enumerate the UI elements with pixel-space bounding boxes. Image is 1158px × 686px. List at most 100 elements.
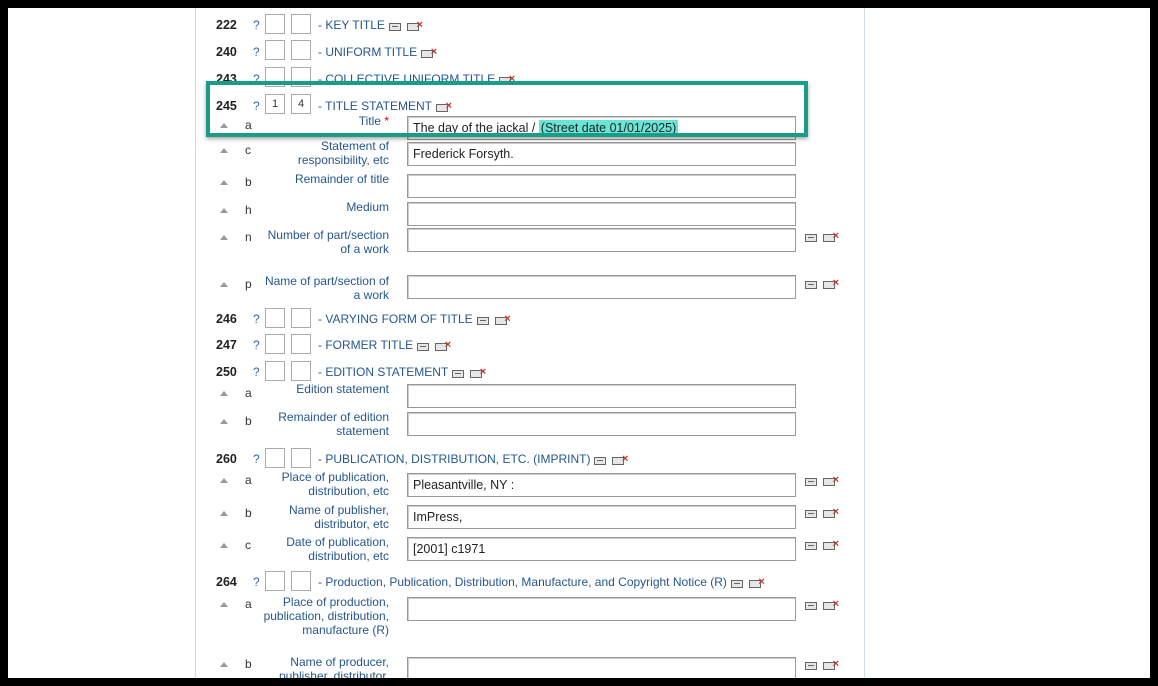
repeat-subfield-icon[interactable] — [805, 509, 817, 518]
delete-subfield-icon[interactable] — [823, 507, 839, 518]
indicator-1[interactable]: 1 — [265, 94, 285, 114]
field-title[interactable]: - VARYING FORM OF TITLE — [318, 312, 473, 326]
delete-field-icon[interactable] — [748, 577, 765, 588]
help-link[interactable]: ? — [253, 365, 260, 379]
indicator-2[interactable] — [291, 571, 311, 591]
publication-date-input[interactable]: [2001] c1971 — [407, 537, 796, 561]
indicator-1[interactable] — [265, 67, 285, 87]
field-title[interactable]: - COLLECTIVE UNIFORM TITLE — [318, 72, 495, 86]
subfield-label: Name of producer, publisher, distributor… — [278, 655, 389, 678]
delete-field-icon[interactable] — [470, 367, 486, 378]
move-up-icon[interactable] — [220, 543, 228, 548]
indicator-1[interactable] — [265, 308, 285, 328]
indicator-1[interactable] — [265, 14, 285, 34]
repeat-field-icon[interactable] — [388, 22, 401, 31]
delete-field-icon[interactable] — [436, 101, 452, 112]
delete-subfield-icon[interactable] — [823, 231, 839, 242]
indicator-2[interactable] — [291, 14, 311, 34]
subfield-245h: h Medium — [196, 200, 864, 226]
field-title[interactable]: - PUBLICATION, DISTRIBUTION, ETC. (IMPRI… — [318, 452, 590, 466]
repeat-field-icon[interactable] — [594, 456, 607, 465]
delete-subfield-icon[interactable] — [823, 278, 839, 289]
subfield-label: Name of part/section of a work — [264, 274, 389, 302]
publisher-name-input[interactable]: ImPress, — [407, 505, 796, 529]
indicator-2[interactable] — [291, 308, 311, 328]
repeat-field-icon[interactable] — [476, 316, 489, 325]
repeat-subfield-icon[interactable] — [805, 233, 817, 242]
field-title[interactable]: - UNIFORM TITLE — [318, 45, 417, 59]
indicator-2[interactable]: 4 — [291, 94, 311, 114]
help-link[interactable]: ? — [253, 72, 260, 86]
repeat-subfield-icon[interactable] — [805, 477, 817, 486]
delete-field-icon[interactable] — [421, 47, 437, 58]
subfield-260a: a Place of publication, distribution, et… — [196, 470, 864, 500]
delete-field-icon[interactable] — [406, 20, 423, 31]
move-up-icon[interactable] — [220, 208, 228, 213]
help-link[interactable]: ? — [253, 45, 260, 59]
move-up-icon[interactable] — [220, 235, 228, 240]
producer-name-input[interactable] — [407, 657, 796, 678]
indicator-1[interactable] — [265, 334, 285, 354]
help-link[interactable]: ? — [253, 575, 260, 589]
repeat-field-icon[interactable] — [452, 369, 465, 378]
move-up-icon[interactable] — [220, 419, 228, 424]
field-title[interactable]: - FORMER TITLE — [318, 338, 413, 352]
delete-field-icon[interactable] — [435, 340, 451, 351]
delete-subfield-icon[interactable] — [823, 599, 839, 610]
help-link[interactable]: ? — [253, 18, 260, 32]
repeat-subfield-icon[interactable] — [805, 280, 817, 289]
delete-subfield-icon[interactable] — [823, 539, 839, 550]
field-title[interactable]: - EDITION STATEMENT — [318, 365, 448, 379]
repeat-subfield-icon[interactable] — [805, 541, 817, 550]
help-link[interactable]: ? — [253, 99, 260, 113]
indicator-2[interactable] — [291, 334, 311, 354]
edition-statement-input[interactable] — [407, 384, 796, 408]
indicator-2[interactable] — [291, 67, 311, 87]
subfield-label: Edition statement — [296, 382, 389, 396]
field-title[interactable]: - KEY TITLE — [318, 18, 385, 32]
part-number-input[interactable] — [407, 228, 796, 252]
move-up-icon[interactable] — [220, 602, 228, 607]
indicator-2[interactable] — [291, 448, 311, 468]
delete-field-icon[interactable] — [499, 74, 515, 85]
help-link[interactable]: ? — [253, 312, 260, 326]
indicator-2[interactable] — [291, 40, 311, 60]
move-up-icon[interactable] — [220, 180, 228, 185]
move-up-icon[interactable] — [220, 282, 228, 287]
medium-input[interactable] — [407, 202, 796, 226]
indicator-1[interactable] — [265, 448, 285, 468]
subfield-code: a — [245, 473, 252, 487]
remainder-of-edition-input[interactable] — [407, 412, 796, 436]
help-link[interactable]: ? — [253, 338, 260, 352]
field-title[interactable]: - Production, Publication, Distribution,… — [318, 575, 727, 589]
subfield-code: n — [245, 230, 252, 244]
delete-field-icon[interactable] — [612, 454, 628, 465]
move-up-icon[interactable] — [220, 662, 228, 667]
editor-window: 222 ? - KEY TITLE 240 ? - UNIFORM TITLE … — [8, 8, 1150, 678]
indicator-2[interactable] — [291, 361, 311, 381]
title-input[interactable]: The day of the jackal / (Street date 01/… — [407, 116, 796, 140]
statement-of-responsibility-input[interactable]: Frederick Forsyth. — [407, 142, 796, 166]
move-up-icon[interactable] — [220, 511, 228, 516]
place-of-production-input[interactable] — [407, 597, 796, 621]
place-of-publication-input[interactable]: Pleasantville, NY : — [407, 473, 796, 497]
delete-subfield-icon[interactable] — [823, 659, 839, 670]
help-link[interactable]: ? — [253, 452, 260, 466]
repeat-field-icon[interactable] — [730, 579, 743, 588]
move-up-icon[interactable] — [220, 123, 228, 128]
move-up-icon[interactable] — [220, 148, 228, 153]
part-name-input[interactable] — [407, 275, 796, 299]
repeat-subfield-icon[interactable] — [805, 601, 817, 610]
repeat-field-icon[interactable] — [417, 342, 430, 351]
repeat-subfield-icon[interactable] — [805, 661, 817, 670]
move-up-icon[interactable] — [220, 478, 228, 483]
move-up-icon[interactable] — [220, 391, 228, 396]
input-value: [2001] c1971 — [413, 542, 486, 556]
indicator-1[interactable] — [265, 361, 285, 381]
delete-field-icon[interactable] — [494, 314, 511, 325]
indicator-1[interactable] — [265, 571, 285, 591]
delete-subfield-icon[interactable] — [823, 475, 839, 486]
field-title[interactable]: - TITLE STATEMENT — [318, 99, 432, 113]
indicator-1[interactable] — [265, 40, 285, 60]
remainder-of-title-input[interactable] — [407, 174, 796, 198]
